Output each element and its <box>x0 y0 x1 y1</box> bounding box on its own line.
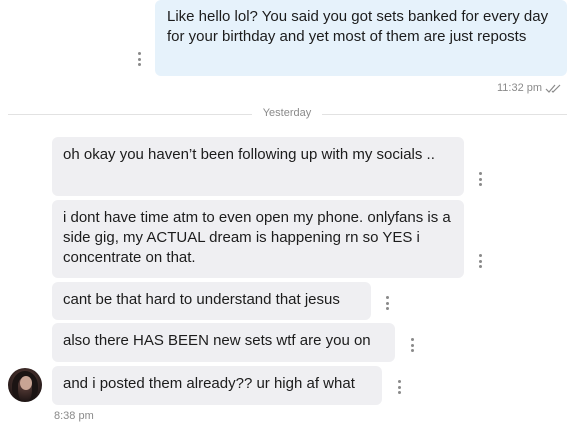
sender-avatar[interactable] <box>8 368 42 402</box>
date-divider-label: Yesterday <box>252 107 322 119</box>
message-text: Like hello lol? You said you got sets ba… <box>167 8 549 45</box>
incoming-message[interactable]: and i posted them already?? ur high af w… <box>52 366 382 405</box>
message-text: and i posted them already?? ur high af w… <box>63 375 355 392</box>
message-text: oh okay you haven’t been following up wi… <box>63 146 435 163</box>
message-options-icon[interactable] <box>478 254 482 268</box>
message-options-icon[interactable] <box>397 380 401 394</box>
double-check-icon <box>545 84 561 93</box>
message-options-icon[interactable] <box>478 172 482 186</box>
message-options-icon[interactable] <box>137 52 141 66</box>
outgoing-message[interactable]: Like hello lol? You said you got sets ba… <box>155 0 567 76</box>
message-options-icon[interactable] <box>385 296 389 310</box>
message-text: cant be that hard to understand that jes… <box>63 291 340 308</box>
incoming-message[interactable]: cant be that hard to understand that jes… <box>52 282 371 320</box>
message-options-icon[interactable] <box>410 338 414 352</box>
incoming-message[interactable]: oh okay you haven’t been following up wi… <box>52 137 464 196</box>
message-text: also there HAS BEEN new sets wtf are you… <box>63 332 371 349</box>
chat-thread: Like hello lol? You said you got sets ba… <box>0 0 567 426</box>
message-timestamp: 11:32 pm <box>497 82 543 94</box>
incoming-message[interactable]: also there HAS BEEN new sets wtf are you… <box>52 323 395 362</box>
message-text: i dont have time atm to even open my pho… <box>63 209 451 266</box>
message-timestamp: 8:38 pm <box>54 410 94 422</box>
incoming-message[interactable]: i dont have time atm to even open my pho… <box>52 200 464 278</box>
